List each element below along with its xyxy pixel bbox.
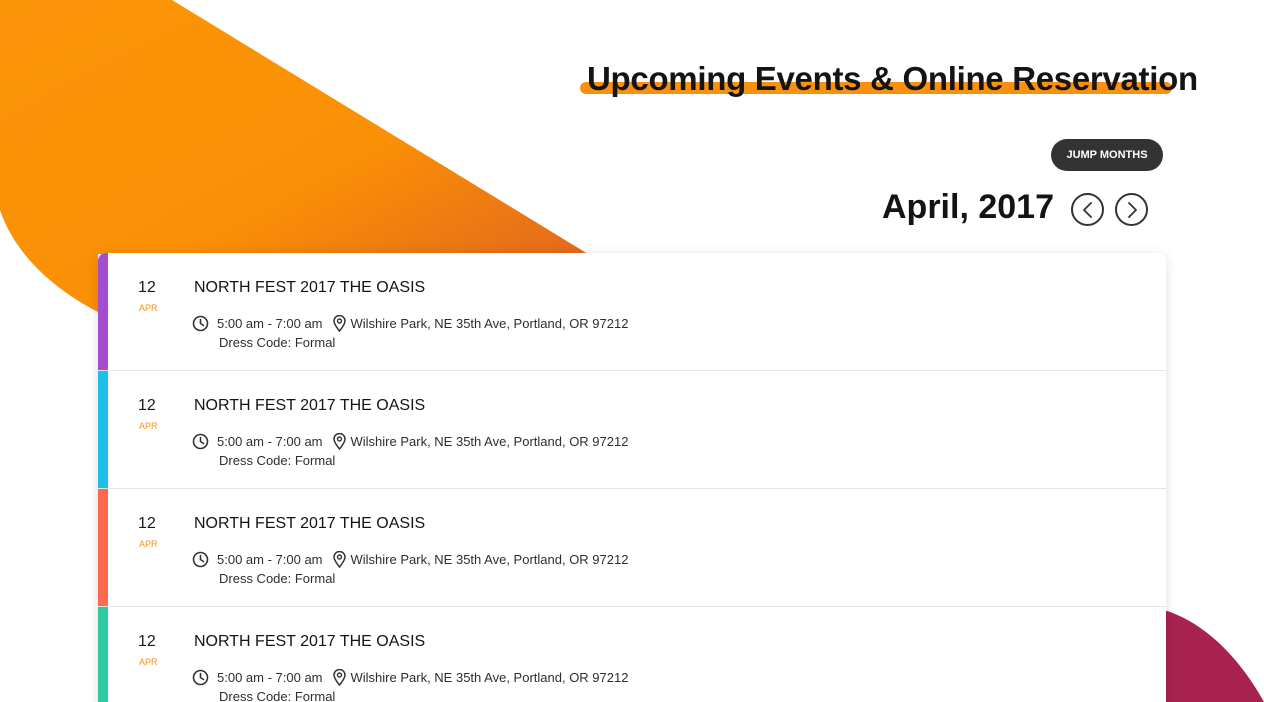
event-month: APR xyxy=(139,539,158,549)
event-meta: 5:00 am - 7:00 am Wilshire Park, NE 35th… xyxy=(192,314,628,332)
event-dress-code: Dress Code: Formal xyxy=(219,453,336,468)
clock-icon xyxy=(192,551,209,567)
event-dress-code: Dress Code: Formal xyxy=(219,689,336,702)
clock-icon xyxy=(192,315,209,331)
event-time: 5:00 am - 7:00 am xyxy=(217,433,323,449)
event-title[interactable]: NORTH FEST 2017 THE OASIS xyxy=(194,279,425,297)
event-title[interactable]: NORTH FEST 2017 THE OASIS xyxy=(194,633,425,651)
clock-icon xyxy=(192,669,209,685)
event-location: Wilshire Park, NE 35th Ave, Portland, OR… xyxy=(350,315,629,331)
event-color-bar xyxy=(98,489,108,606)
event-title[interactable]: NORTH FEST 2017 THE OASIS xyxy=(194,397,425,415)
event-dress-code: Dress Code: Formal xyxy=(219,335,336,350)
location-pin-icon xyxy=(332,314,346,332)
event-card[interactable]: 12 APR NORTH FEST 2017 THE OASIS 5:00 am… xyxy=(98,371,1166,489)
event-month: APR xyxy=(139,657,158,667)
event-month: APR xyxy=(139,303,158,313)
chevron-right-icon xyxy=(1127,201,1137,218)
event-color-bar xyxy=(98,371,108,488)
event-location: Wilshire Park, NE 35th Ave, Portland, OR… xyxy=(350,551,629,567)
event-time: 5:00 am - 7:00 am xyxy=(217,669,323,685)
location-pin-icon xyxy=(332,668,346,686)
event-card[interactable]: 12 APR NORTH FEST 2017 THE OASIS 5:00 am… xyxy=(98,607,1166,702)
event-list: 12 APR NORTH FEST 2017 THE OASIS 5:00 am… xyxy=(98,253,1166,702)
page: Upcoming Events & Online Reservation JUM… xyxy=(0,0,1264,702)
event-card[interactable]: 12 APR NORTH FEST 2017 THE OASIS 5:00 am… xyxy=(98,489,1166,607)
page-title: Upcoming Events & Online Reservation xyxy=(587,60,1198,97)
current-month-label: April, 2017 xyxy=(882,188,1054,226)
event-meta: 5:00 am - 7:00 am Wilshire Park, NE 35th… xyxy=(192,550,628,568)
location-pin-icon xyxy=(332,432,346,450)
event-month: APR xyxy=(139,421,158,431)
clock-icon xyxy=(192,433,209,449)
event-meta: 5:00 am - 7:00 am Wilshire Park, NE 35th… xyxy=(192,668,628,686)
event-day: 12 xyxy=(138,279,156,296)
location-pin-icon xyxy=(332,550,346,568)
event-dress-code: Dress Code: Formal xyxy=(219,571,336,586)
event-time: 5:00 am - 7:00 am xyxy=(217,551,323,567)
event-day: 12 xyxy=(138,633,156,650)
event-time: 5:00 am - 7:00 am xyxy=(217,315,323,331)
event-location: Wilshire Park, NE 35th Ave, Portland, OR… xyxy=(350,433,629,449)
next-month-button[interactable] xyxy=(1115,193,1148,226)
chevron-left-icon xyxy=(1082,201,1092,218)
event-title[interactable]: NORTH FEST 2017 THE OASIS xyxy=(194,515,425,533)
event-card[interactable]: 12 APR NORTH FEST 2017 THE OASIS 5:00 am… xyxy=(98,253,1166,371)
event-meta: 5:00 am - 7:00 am Wilshire Park, NE 35th… xyxy=(192,432,628,450)
event-color-bar xyxy=(98,253,108,370)
event-color-bar xyxy=(98,607,108,702)
page-heading: Upcoming Events & Online Reservation xyxy=(580,58,1198,102)
event-location: Wilshire Park, NE 35th Ave, Portland, OR… xyxy=(350,669,629,685)
jump-months-button[interactable]: JUMP MONTHS xyxy=(1051,139,1163,171)
previous-month-button[interactable] xyxy=(1071,193,1104,226)
event-day: 12 xyxy=(138,397,156,414)
event-day: 12 xyxy=(138,515,156,532)
